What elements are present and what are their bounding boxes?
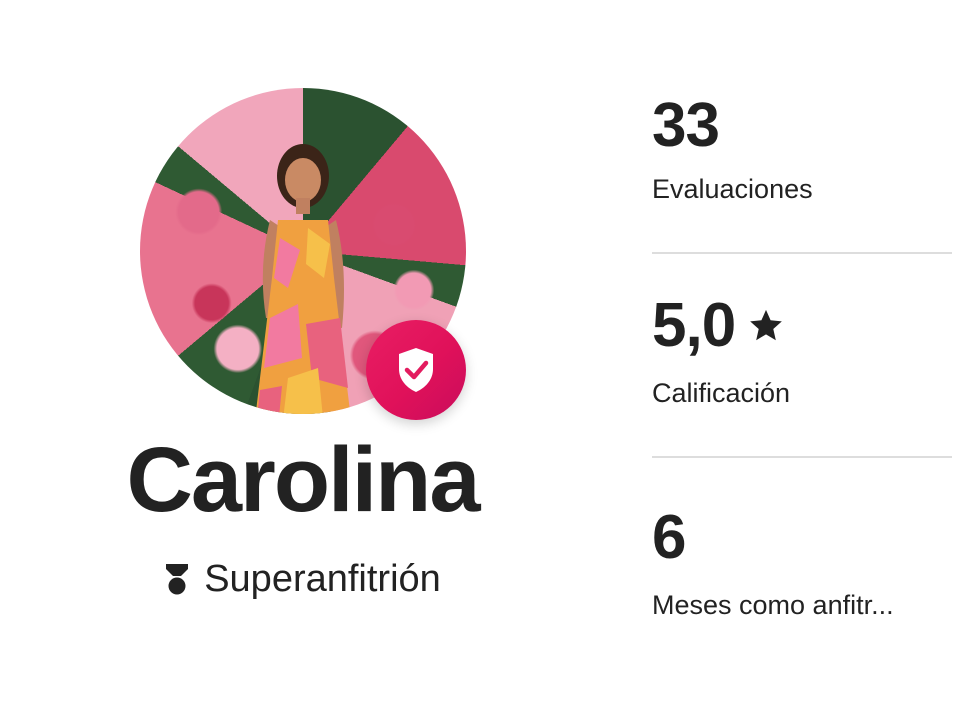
superhost-medal-icon	[166, 564, 189, 595]
superhost-badge: Superanfitrión	[0, 556, 605, 602]
stat-reviews-value: 33	[652, 91, 720, 160]
stat-rating-value-row: 5,0	[652, 286, 952, 366]
host-photo-figure	[255, 144, 351, 414]
stat-reviews-label: Evaluaciones	[652, 174, 813, 204]
superhost-label: Superanfitrión	[204, 558, 441, 600]
stat-hosting-months-label: Meses como anfitr...	[652, 590, 894, 620]
star-icon	[750, 309, 783, 341]
stat-hosting-months: 6 Meses como anfitr...	[652, 458, 952, 622]
verified-badge	[366, 320, 466, 420]
stat-reviews[interactable]: 33 Evaluaciones	[652, 86, 952, 252]
host-stats: 33 Evaluaciones 5,0 Calificación 6 Meses…	[652, 86, 952, 622]
stat-hosting-months-value: 6	[652, 503, 686, 572]
host-avatar-container	[140, 88, 466, 420]
shield-check-icon	[399, 348, 433, 392]
stat-rating-label: Calificación	[652, 378, 791, 408]
stat-rating: 5,0 Calificación	[652, 254, 952, 456]
host-name: Carolina	[126, 429, 480, 531]
stat-rating-value: 5,0	[652, 291, 736, 360]
